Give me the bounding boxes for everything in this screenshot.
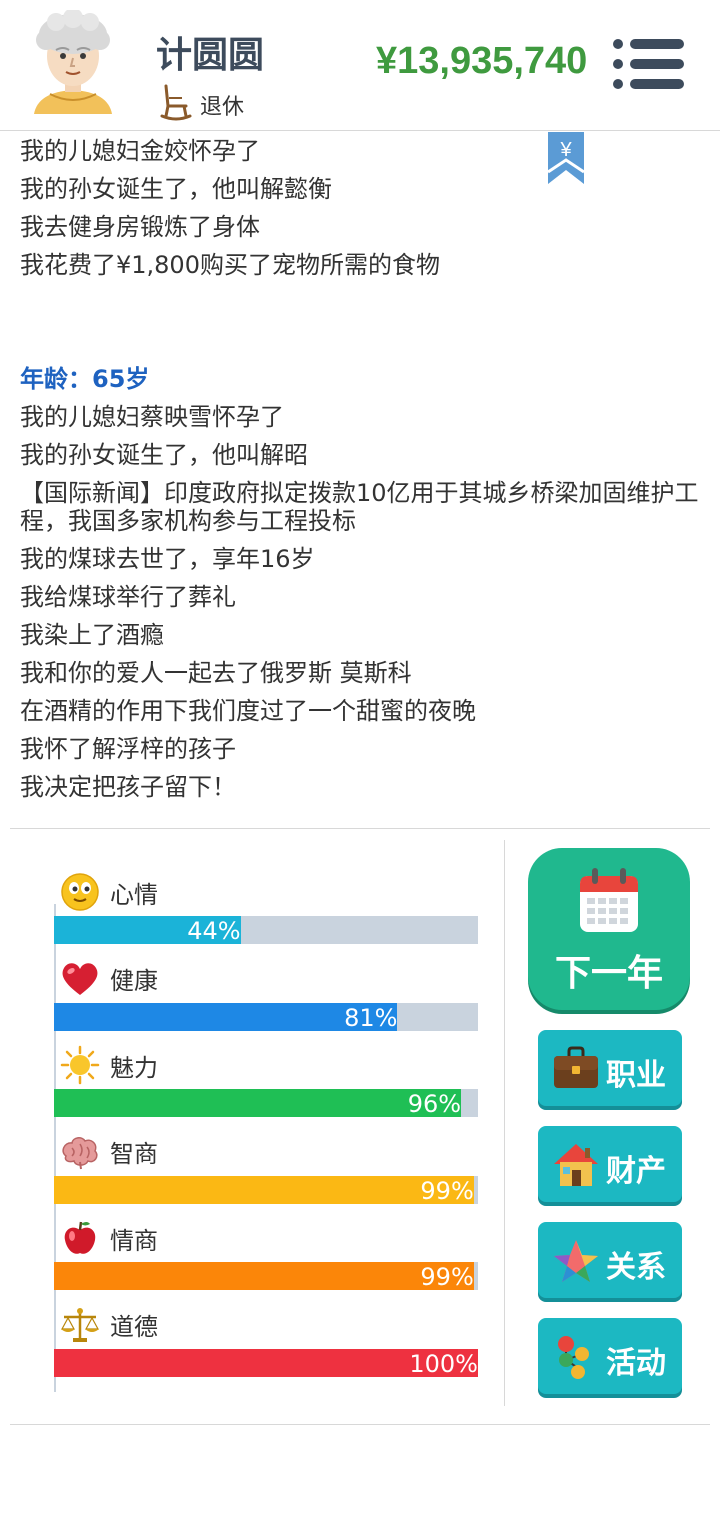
log-line: 我染上了酒瘾	[20, 621, 164, 649]
next-year-button[interactable]: 下一年	[528, 848, 690, 1010]
stat-label: 健康	[110, 967, 158, 995]
player-name: 计圆圆	[156, 35, 265, 76]
top-bar: 计圆圆 退休 ¥13,935,740	[0, 0, 720, 131]
brain-icon	[62, 1136, 98, 1169]
event-log[interactable]: 我的儿媳妇金姣怀孕了 我的孙女诞生了，他叫解懿衡 我去健身房锻炼了身体 我花费了…	[0, 132, 720, 828]
stat-fill: 44%	[54, 916, 241, 945]
log-line: 我的儿媳妇蔡映雪怀孕了	[20, 403, 284, 431]
log-line: 我去健身房锻炼了身体	[20, 213, 260, 241]
stat-label: 情商	[110, 1226, 158, 1255]
heart-icon	[62, 962, 98, 995]
stat-iq: 智商 99%	[54, 1128, 478, 1215]
stat-label: 魅力	[110, 1053, 158, 1082]
stats-panel: 心情 44% 健康 81% 魅力 96% 智商 99% 情商 99% 道德 10…	[54, 868, 478, 1392]
stat-fill: 99%	[54, 1175, 474, 1205]
log-line: 我的儿媳妇金姣怀孕了	[20, 137, 260, 165]
stat-eq: 情商 99%	[54, 1214, 478, 1301]
scales-icon	[60, 1307, 100, 1342]
stat-label: 道德	[110, 1313, 158, 1341]
log-line: 我的煤球去世了，享年16岁	[20, 545, 315, 573]
sun-icon	[60, 1045, 100, 1085]
log-line: 我花费了¥1,800购买了宠物所需的食物	[20, 251, 440, 279]
bookmark-icon[interactable]: ¥	[546, 132, 586, 186]
stat-fill: 96%	[54, 1089, 462, 1118]
log-line: 我给煤球举行了葬礼	[20, 583, 236, 611]
career-label: 职业	[606, 1058, 666, 1093]
log-line: 在酒精的作用下我们度过了一个甜蜜的夜晚	[20, 697, 476, 725]
log-line: 我决定把孩子留下！	[20, 773, 236, 801]
log-line: 我的孙女诞生了，他叫解昭	[20, 441, 308, 469]
stat-percent: 99%	[420, 1263, 474, 1291]
stat-bar: 96%	[54, 1089, 478, 1118]
log-line: 我的孙女诞生了，他叫解懿衡	[20, 175, 332, 203]
log-line: 我和你的爱人一起去了俄罗斯 莫斯科	[20, 659, 412, 687]
stat-bar: 99%	[54, 1262, 478, 1291]
menu-icon[interactable]	[612, 38, 684, 90]
log-line: 【国际新闻】印度政府拟定拨款10亿用于其城乡桥梁加固维护工程，我国多家机构参与工…	[20, 479, 699, 535]
stat-charm: 魅力 96%	[54, 1041, 478, 1128]
stat-fill: 99%	[54, 1262, 474, 1291]
vertical-divider	[504, 840, 505, 1406]
stat-bar: 99%	[54, 1175, 478, 1205]
relations-button[interactable]: 关系	[538, 1222, 682, 1298]
stat-bar: 81%	[54, 1002, 478, 1032]
calendar-icon	[580, 868, 638, 932]
stat-label: 智商	[110, 1140, 158, 1168]
stat-fill: 100%	[54, 1348, 478, 1378]
status-label: 退休	[200, 95, 245, 120]
relations-label: 关系	[606, 1250, 666, 1285]
stat-label: 心情	[110, 880, 158, 909]
star-icon	[554, 1240, 598, 1282]
stat-percent: 100%	[409, 1349, 478, 1378]
stat-bar: 44%	[54, 916, 478, 945]
stat-percent: 96%	[407, 1090, 462, 1118]
age-heading: 年龄：65岁	[20, 365, 150, 393]
next-year-label: 下一年	[554, 953, 663, 994]
stat-health: 健康 81%	[54, 955, 478, 1042]
divider	[10, 828, 710, 829]
stat-percent: 81%	[344, 1003, 398, 1032]
divider	[10, 1424, 710, 1425]
bookmark-symbol: ¥	[559, 139, 572, 161]
house-icon	[554, 1144, 598, 1186]
property-label: 财产	[606, 1154, 666, 1189]
activities-icon	[558, 1336, 589, 1379]
avatar[interactable]	[30, 10, 116, 118]
career-button[interactable]: 职业	[538, 1030, 682, 1106]
stat-percent: 99%	[420, 1176, 474, 1205]
stat-mood: 心情 44%	[54, 868, 478, 955]
activities-button[interactable]: 活动	[538, 1318, 682, 1394]
money-balance: ¥13,935,740	[376, 40, 588, 82]
log-line: 我怀了解浮梓的孩子	[20, 735, 236, 763]
activities-label: 活动	[606, 1346, 666, 1381]
log-spacer	[20, 284, 702, 360]
apple-icon	[64, 1221, 96, 1254]
rocking-chair-icon	[160, 84, 192, 121]
stat-fill: 81%	[54, 1002, 398, 1032]
stat-bar: 100%	[54, 1348, 478, 1378]
status: 退休	[160, 82, 244, 122]
stat-morality: 道德 100%	[54, 1301, 478, 1388]
briefcase-icon	[554, 1046, 598, 1088]
stat-percent: 44%	[187, 917, 241, 945]
smiley-icon	[61, 873, 99, 911]
property-button[interactable]: 财产	[538, 1126, 682, 1202]
